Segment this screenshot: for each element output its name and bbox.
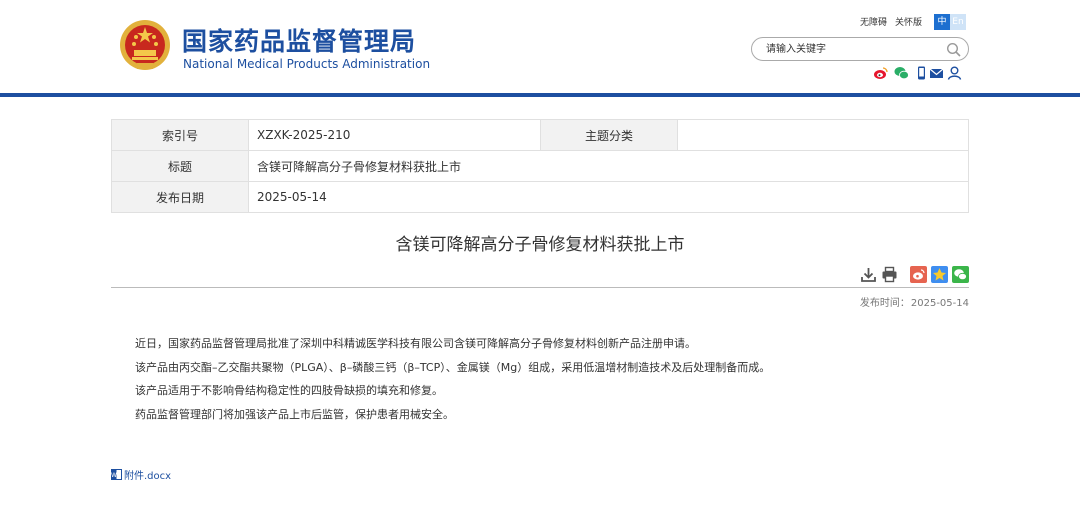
article-body: 近日，国家药品监督管理局批准了深圳中科精诚医学科技有限公司含镁可降解高分子骨修复… [135, 332, 965, 426]
title-value: 含镁可降解高分子骨修复材料获批上市 [248, 150, 969, 182]
paragraph: 近日，国家药品监督管理局批准了深圳中科精诚医学科技有限公司含镁可降解高分子骨修复… [135, 337, 696, 350]
header-divider [0, 93, 1080, 97]
mobile-icon[interactable] [914, 66, 929, 80]
article-meta-table: 索引号 XZXK-2025-210 主题分类 标题 含镁可降解高分子骨修复材料获… [111, 119, 969, 213]
accessibility-link[interactable]: 无障碍 [860, 18, 887, 28]
download-icon[interactable] [860, 266, 877, 283]
attachment-filename[interactable]: 附件.docx [124, 471, 171, 482]
national-emblem-icon [120, 20, 170, 70]
mail-icon[interactable] [929, 66, 944, 80]
date-label: 发布日期 [111, 181, 249, 213]
word-doc-icon: W [111, 469, 122, 480]
index-value: XZXK-2025-210 [248, 119, 541, 151]
date-value: 2025-05-14 [248, 181, 969, 213]
top-links: 无障碍 关怀版 [860, 15, 930, 28]
publish-time-label: 发布时间： [859, 298, 910, 309]
weibo-share-icon[interactable] [910, 266, 927, 283]
paragraph: 该产品由丙交酯–乙交酯共聚物（PLGA）、β–磷酸三钙（β–TCP）、金属镁（M… [135, 360, 771, 374]
index-label: 索引号 [111, 119, 249, 151]
search-icon[interactable] [946, 42, 961, 57]
article-divider [111, 287, 969, 288]
paragraph: 该产品适用于不影响骨结构稳定性的四肢骨缺损的填充和修复。 [135, 384, 443, 397]
weibo-icon[interactable] [873, 66, 888, 80]
category-label: 主题分类 [540, 119, 678, 151]
publish-time-value: 2025-05-14 [910, 298, 969, 309]
qzone-share-icon[interactable] [931, 266, 948, 283]
print-icon[interactable] [881, 266, 898, 283]
wechat-share-icon[interactable] [952, 266, 969, 283]
lang-zh-button[interactable]: 中 [934, 14, 950, 30]
search-input[interactable] [766, 41, 946, 57]
category-value [677, 119, 969, 151]
title-label: 标题 [111, 150, 249, 182]
lang-en-button[interactable]: En [950, 14, 966, 30]
user-icon[interactable] [947, 66, 962, 80]
site-header: 国家药品监督管理局 National Medical Products Admi… [0, 0, 1080, 94]
article-title: 含镁可降解高分子骨修复材料获批上市 [395, 235, 685, 255]
site-title-cn: 国家药品监督管理局 [182, 27, 417, 56]
svg-text:W: W [111, 472, 117, 479]
site-title-en: National Medical Products Administration [183, 57, 431, 71]
publish-time: 发布时间：2025-05-14 [859, 294, 969, 309]
meta-row-date: 发布日期 2025-05-14 [111, 181, 969, 213]
search-box [751, 37, 969, 61]
attachment-link[interactable]: W 附件.docx [111, 467, 171, 482]
meta-row-index: 索引号 XZXK-2025-210 主题分类 [111, 119, 969, 151]
paragraph: 药品监督管理部门将加强该产品上市后监管，保护患者用械安全。 [135, 407, 454, 421]
care-mode-link[interactable]: 关怀版 [895, 18, 922, 28]
meta-row-title: 标题 含镁可降解高分子骨修复材料获批上市 [111, 150, 969, 182]
wechat-icon[interactable] [894, 66, 909, 80]
